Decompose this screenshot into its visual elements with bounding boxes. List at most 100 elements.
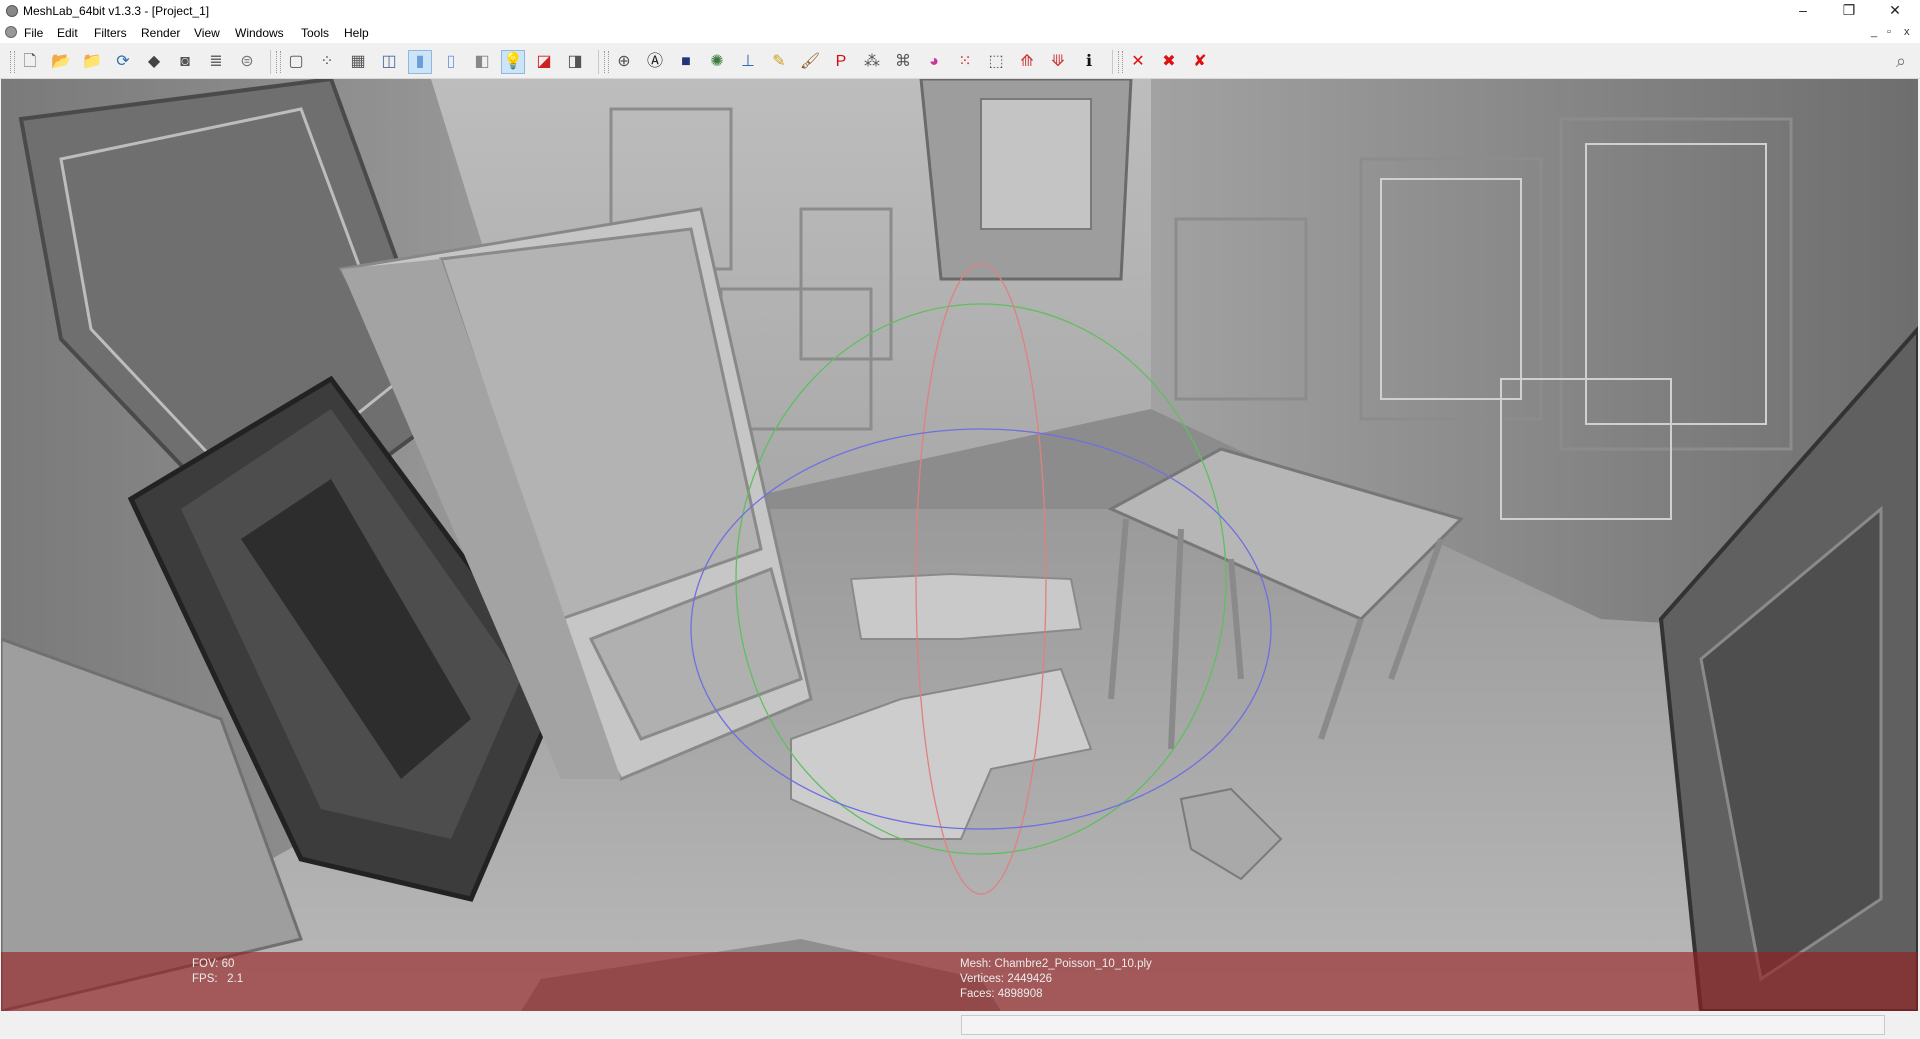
mesh-deselect-button[interactable]: ⟱ bbox=[1046, 50, 1070, 74]
snapshot-button[interactable]: ◙ bbox=[173, 50, 197, 74]
import-mesh-icon: 📁 bbox=[82, 53, 102, 70]
wireframe-icon: ▦ bbox=[350, 53, 366, 70]
close-button[interactable]: ✕ bbox=[1872, 0, 1918, 22]
minimize-button[interactable]: – bbox=[1780, 0, 1826, 22]
search-icon[interactable]: ⌕ bbox=[1890, 51, 1912, 73]
toolbar-grip-delete[interactable] bbox=[1118, 51, 1123, 73]
open-project-icon: 📂 bbox=[51, 53, 71, 70]
points-button[interactable]: ⁘ bbox=[315, 50, 339, 74]
server-button[interactable]: ⊜ bbox=[235, 50, 259, 74]
trackball-button[interactable]: ⊕ bbox=[612, 50, 636, 74]
select-faces-button[interactable]: ⌘ bbox=[891, 50, 915, 74]
mesh-deselect-icon: ⟱ bbox=[1051, 53, 1065, 70]
mdi-minimize-button[interactable]: _ bbox=[1871, 26, 1877, 38]
menu-file[interactable]: File bbox=[24, 26, 43, 40]
vertices-value: 2449426 bbox=[1007, 973, 1053, 985]
mesh-name-readout: Mesh: Chambre2_Poisson_10_10.ply bbox=[960, 957, 1152, 972]
info-overlay: FOV: 60 FPS: 2.1 Mesh: Chambre2_Poisson_… bbox=[1, 952, 1918, 1011]
menu-bar: File Edit Filters Render View Windows To… bbox=[0, 22, 1920, 43]
texture-paint-icon: ◕ bbox=[929, 53, 939, 70]
select-faces-icon: ⌘ bbox=[895, 53, 911, 70]
meshlab-app-icon[interactable] bbox=[6, 5, 18, 17]
reload-button[interactable]: ⟳ bbox=[111, 50, 135, 74]
reference-button[interactable]: ⁙ bbox=[953, 50, 977, 74]
faces-readout: Faces: 4898908 bbox=[960, 987, 1043, 1002]
axis-button[interactable]: ⊥ bbox=[736, 50, 760, 74]
axis-icon: ⊥ bbox=[741, 53, 755, 70]
light-button[interactable]: 💡 bbox=[501, 50, 525, 74]
delete-faces-vertices-button[interactable]: ✘ bbox=[1188, 50, 1212, 74]
toolbar-grip-edit[interactable] bbox=[604, 51, 609, 73]
menu-windows[interactable]: Windows bbox=[235, 26, 284, 40]
mdi-restore-button[interactable]: ▫ bbox=[1887, 26, 1891, 38]
brush-button[interactable]: 🖌 bbox=[798, 50, 822, 74]
document-icon[interactable] bbox=[5, 26, 17, 38]
select-vertices-icon: ⁂ bbox=[864, 53, 880, 70]
light-icon: 💡 bbox=[503, 53, 523, 70]
select-area-button[interactable]: ⬚ bbox=[984, 50, 1008, 74]
menu-help[interactable]: Help bbox=[344, 26, 369, 40]
menu-view[interactable]: View bbox=[194, 26, 220, 40]
fps-label: FPS: bbox=[192, 973, 218, 985]
toolbar-grip-file[interactable] bbox=[10, 51, 15, 73]
3d-viewport[interactable]: FOV: 60 FPS: 2.1 Mesh: Chambre2_Poisson_… bbox=[1, 79, 1918, 1011]
bounding-box-button[interactable]: ▢ bbox=[284, 50, 308, 74]
toolbar-separator bbox=[1112, 50, 1113, 74]
pick-points-icon: ■ bbox=[681, 53, 691, 70]
toolbar-grip-render-mode[interactable] bbox=[276, 51, 281, 73]
export-mesh-button[interactable]: ◆ bbox=[142, 50, 166, 74]
fps-readout: FPS: 2.1 bbox=[192, 972, 243, 987]
restore-button[interactable]: ❐ bbox=[1826, 0, 1872, 22]
bounding-box-icon: ▢ bbox=[288, 53, 304, 70]
layer-button[interactable]: ≣ bbox=[204, 50, 228, 74]
double-side-lighting-button[interactable]: ◪ bbox=[532, 50, 556, 74]
export-mesh-icon: ◆ bbox=[147, 53, 161, 70]
paint-button[interactable]: ✎ bbox=[767, 50, 791, 74]
mesh-label: Mesh: bbox=[960, 958, 992, 970]
faces-value: 4898908 bbox=[997, 988, 1043, 1000]
texture-paint-button[interactable]: ◕ bbox=[922, 50, 946, 74]
mesh-render[interactable] bbox=[1, 79, 1918, 1011]
select-connected-button[interactable]: ✺ bbox=[705, 50, 729, 74]
points-icon: ⁘ bbox=[320, 53, 334, 70]
vertices-label: Vertices: bbox=[960, 973, 1005, 985]
mesh-select-button[interactable]: ⟰ bbox=[1015, 50, 1039, 74]
info-icon: ℹ bbox=[1085, 53, 1093, 70]
open-project-button[interactable]: 📂 bbox=[49, 50, 73, 74]
measure-button[interactable]: P bbox=[829, 50, 853, 74]
mdi-close-button[interactable]: x bbox=[1904, 26, 1910, 38]
info-button[interactable]: ℹ bbox=[1077, 50, 1101, 74]
faces-label: Faces: bbox=[960, 988, 995, 1000]
mesh-select-icon: ⟰ bbox=[1020, 53, 1034, 70]
texture-button[interactable]: ◧ bbox=[470, 50, 494, 74]
import-mesh-button[interactable]: 📁 bbox=[80, 50, 104, 74]
smooth-button[interactable]: ▯ bbox=[439, 50, 463, 74]
backface-culling-button[interactable]: ◨ bbox=[563, 50, 587, 74]
flat-lines-button[interactable]: ◫ bbox=[377, 50, 401, 74]
menu-filters[interactable]: Filters bbox=[94, 26, 127, 40]
fov-value: 60 bbox=[221, 958, 235, 970]
pick-points-button[interactable]: ■ bbox=[674, 50, 698, 74]
wireframe-button[interactable]: ▦ bbox=[346, 50, 370, 74]
layer-icon: ≣ bbox=[209, 53, 223, 70]
fov-label: FOV: bbox=[192, 958, 219, 970]
status-message bbox=[961, 1015, 1885, 1035]
texture-icon: ◧ bbox=[474, 53, 490, 70]
toolbar-separator bbox=[270, 50, 271, 74]
mesh-value: Chambre2_Poisson_10_10.ply bbox=[994, 958, 1152, 970]
vertices-readout: Vertices: 2449426 bbox=[960, 972, 1052, 987]
fov-readout: FOV: 60 bbox=[192, 957, 234, 972]
select-vertices-button[interactable]: ⁂ bbox=[860, 50, 884, 74]
measure-icon: P bbox=[835, 53, 847, 70]
flat-button[interactable]: ▮ bbox=[408, 50, 432, 74]
select-connected-icon: ✺ bbox=[710, 53, 724, 70]
align-button[interactable]: Ⓐ bbox=[643, 50, 667, 74]
menu-edit[interactable]: Edit bbox=[57, 26, 78, 40]
align-icon: Ⓐ bbox=[646, 53, 663, 70]
delete-faces-button[interactable]: ✖ bbox=[1157, 50, 1181, 74]
menu-render[interactable]: Render bbox=[141, 26, 180, 40]
delete-vertices-button[interactable]: ✕ bbox=[1126, 50, 1150, 74]
brush-icon: 🖌 bbox=[799, 53, 821, 70]
new-project-button[interactable]: 🗋 bbox=[18, 50, 42, 74]
menu-tools[interactable]: Tools bbox=[301, 26, 329, 40]
